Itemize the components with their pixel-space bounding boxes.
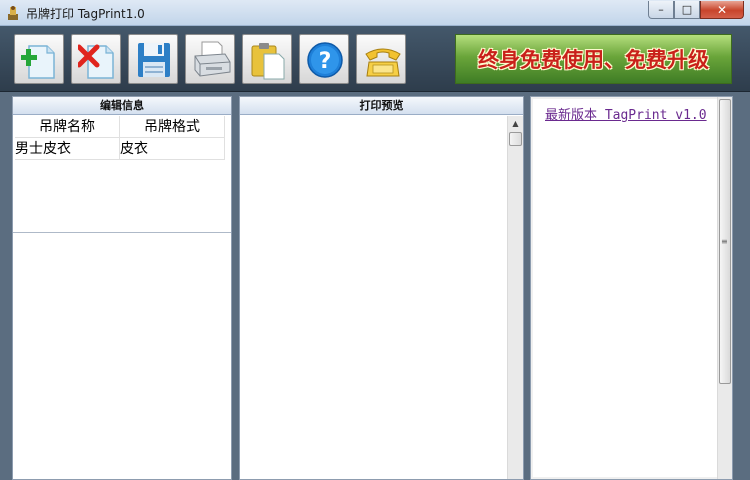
cell-tag-format[interactable]: 皮衣	[120, 138, 225, 160]
tag-list-grid: 吊牌名称 吊牌格式 男士皮衣 皮衣	[15, 116, 225, 160]
info-content: 最新版本 TagPrint v1.0	[533, 99, 717, 477]
app-icon	[8, 6, 18, 20]
promo-banner-text: 终身免费使用、免费升级	[478, 48, 709, 72]
cell-tag-name[interactable]: 男士皮衣	[15, 138, 120, 160]
save-button[interactable]	[128, 34, 178, 84]
column-header-tag-format[interactable]: 吊牌格式	[120, 116, 225, 138]
clipboard-icon	[251, 43, 285, 80]
caption-buttons: – □ ✕	[648, 1, 744, 19]
info-scrollbar[interactable]: ≡	[717, 97, 732, 479]
telephone-icon	[365, 48, 401, 77]
edit-info-header: 编辑信息	[13, 97, 231, 115]
edit-info-panel: 编辑信息 吊牌名称 吊牌格式 男士皮衣 皮衣	[12, 96, 232, 480]
main-content: 编辑信息 吊牌名称 吊牌格式 男士皮衣 皮衣 打印预览 ▲ 最新版本 TagPr…	[0, 92, 750, 480]
paste-button[interactable]	[242, 34, 292, 84]
floppy-disk-icon	[138, 43, 170, 77]
latest-version-link[interactable]: 最新版本 TagPrint v1.0	[545, 104, 707, 123]
maximize-icon: □	[681, 3, 693, 16]
printer-icon	[194, 41, 231, 77]
print-preview-panel: 打印预览 ▲	[239, 96, 524, 480]
add-document-icon	[21, 45, 55, 79]
app-window: 吊牌打印 TagPrint1.0 – □ ✕ ? 终身免费使用、免费升级 编辑信…	[0, 0, 750, 480]
minimize-icon: –	[658, 3, 664, 16]
table-row[interactable]: 男士皮衣 皮衣	[15, 138, 225, 160]
info-panel: 最新版本 TagPrint v1.0 ≡	[530, 96, 733, 480]
close-button[interactable]: ✕	[700, 1, 744, 19]
toolbar: ? 终身免费使用、免费升级	[0, 26, 750, 92]
title-bar[interactable]: 吊牌打印 TagPrint1.0 – □ ✕	[0, 0, 750, 26]
minimize-button[interactable]: –	[648, 1, 674, 19]
help-icon: ?	[307, 42, 343, 78]
column-header-tag-name[interactable]: 吊牌名称	[15, 116, 120, 138]
add-button[interactable]	[14, 34, 64, 84]
svg-text:?: ?	[319, 49, 332, 74]
print-button[interactable]	[185, 34, 235, 84]
promo-banner: 终身免费使用、免费升级	[455, 34, 732, 84]
window-title: 吊牌打印 TagPrint1.0	[26, 7, 145, 21]
maximize-button[interactable]: □	[674, 1, 700, 19]
edit-detail-area[interactable]	[13, 233, 231, 479]
scrollbar-thumb[interactable]	[509, 132, 522, 146]
close-icon: ✕	[716, 2, 728, 17]
help-button[interactable]: ?	[299, 34, 349, 84]
scroll-grip-icon: ≡	[721, 237, 728, 246]
delete-document-icon	[78, 44, 114, 79]
grid-header-row: 吊牌名称 吊牌格式	[15, 116, 225, 138]
print-preview-header: 打印预览	[240, 97, 523, 115]
preview-scrollbar[interactable]: ▲	[507, 116, 523, 479]
scroll-up-arrow-icon[interactable]: ▲	[508, 116, 523, 132]
delete-button[interactable]	[71, 34, 121, 84]
contact-button[interactable]	[356, 34, 406, 84]
